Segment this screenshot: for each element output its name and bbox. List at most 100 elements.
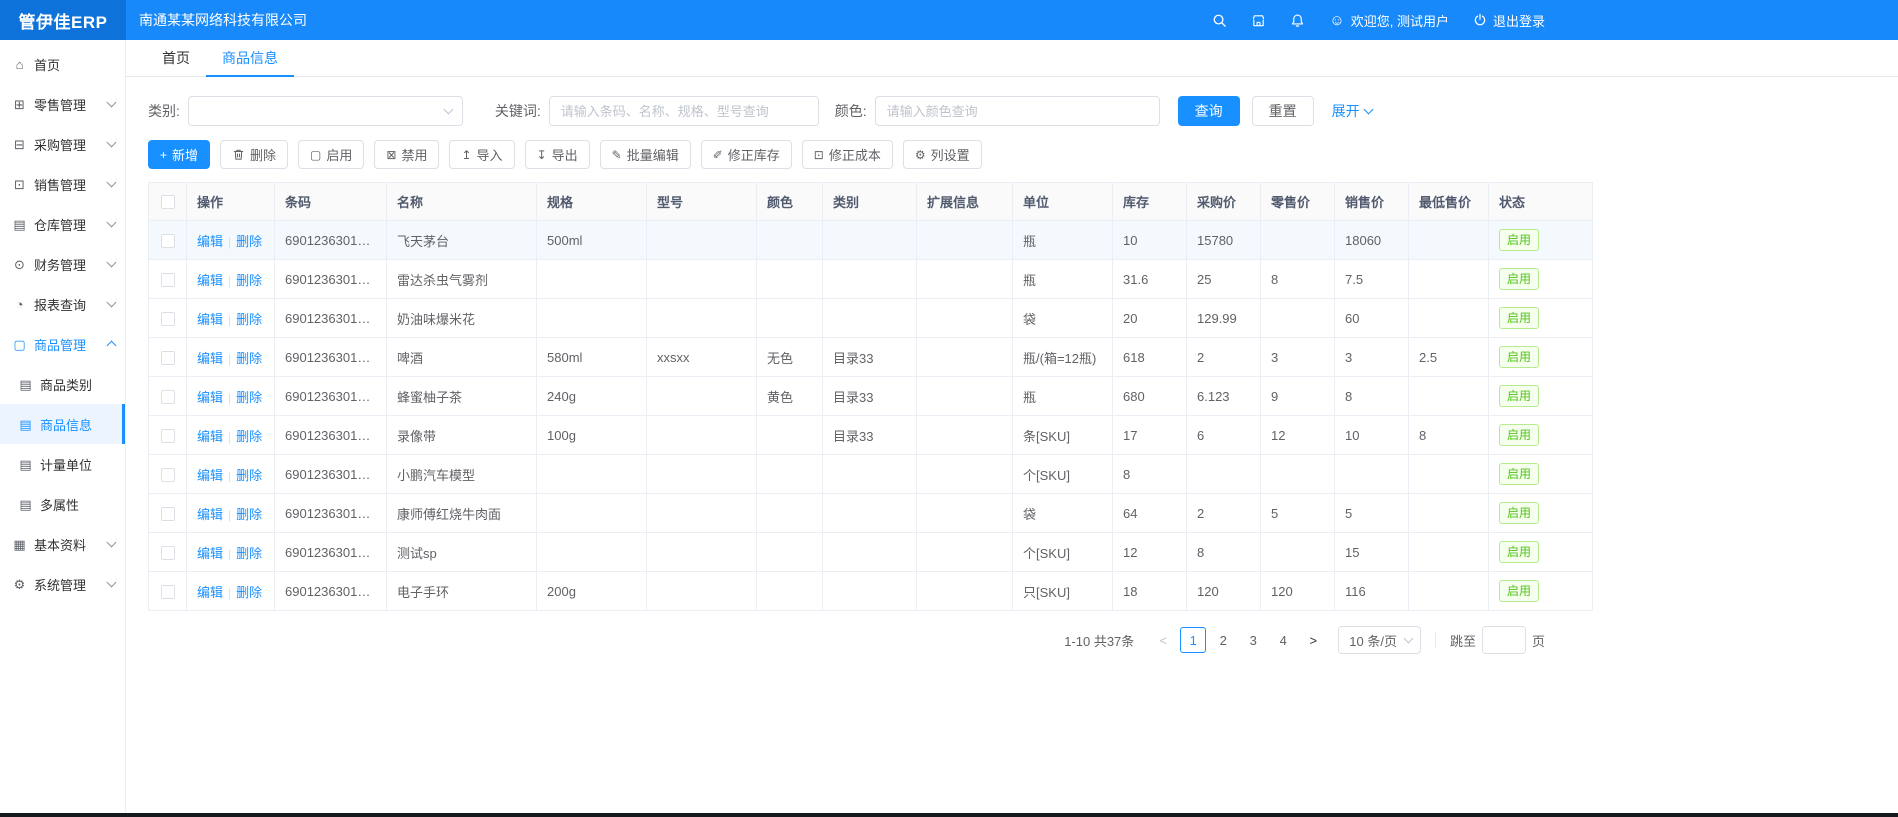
enable-button[interactable]: ▢启用 <box>298 140 364 169</box>
row-checkbox[interactable] <box>161 468 175 482</box>
sidebar-item-label: 首页 <box>34 55 117 74</box>
sidebar-item-purchase[interactable]: ⊟采购管理 <box>0 124 125 164</box>
cell-min <box>1409 221 1489 260</box>
sidebar-subitem-product-info[interactable]: ▤商品信息 <box>0 404 125 444</box>
row-checkbox[interactable] <box>161 429 175 443</box>
keyword-input[interactable] <box>549 96 819 126</box>
delete-button[interactable]: 删除 <box>220 140 288 169</box>
edit-link[interactable]: 编辑 <box>197 312 223 327</box>
cell-purchase: 6.123 <box>1187 377 1261 416</box>
edit-link[interactable]: 编辑 <box>197 234 223 249</box>
sidebar-item-report[interactable]: ◔报表查询 <box>0 284 125 324</box>
category-select[interactable] <box>188 96 463 126</box>
fix-stock-button[interactable]: ✐修正库存 <box>701 140 792 169</box>
edit-link[interactable]: 编辑 <box>197 585 223 600</box>
cell-min <box>1409 299 1489 338</box>
prev-page-button[interactable]: < <box>1152 633 1174 648</box>
row-checkbox[interactable] <box>161 273 175 287</box>
row-checkbox[interactable] <box>161 234 175 248</box>
reset-button[interactable]: 重置 <box>1252 96 1314 126</box>
import-button[interactable]: ↥导入 <box>449 140 514 169</box>
edit-link[interactable]: 编辑 <box>197 507 223 522</box>
page-size-select[interactable]: 10 条/页 <box>1338 626 1421 654</box>
sidebar-subitem-unit[interactable]: ▤计量单位 <box>0 444 125 484</box>
sidebar-item-warehouse[interactable]: ▤仓库管理 <box>0 204 125 244</box>
sidebar-item-basic[interactable]: ▦基本资料 <box>0 524 125 564</box>
status-badge[interactable]: 启用 <box>1499 502 1539 524</box>
sidebar-item-sales[interactable]: ⊡销售管理 <box>0 164 125 204</box>
column-settings-button[interactable]: ⚙列设置 <box>903 140 982 169</box>
column-header: 规格 <box>537 183 647 221</box>
next-page-button[interactable]: > <box>1302 633 1324 648</box>
search-icon[interactable] <box>1212 13 1227 28</box>
delete-link[interactable]: 删除 <box>236 351 262 366</box>
status-badge[interactable]: 启用 <box>1499 268 1539 290</box>
row-checkbox[interactable] <box>161 390 175 404</box>
status-badge[interactable]: 启用 <box>1499 580 1539 602</box>
status-badge[interactable]: 启用 <box>1499 463 1539 485</box>
row-checkbox[interactable] <box>161 585 175 599</box>
sidebar-subitem-product-category[interactable]: ▤商品类别 <box>0 364 125 404</box>
sidebar-item-system[interactable]: ⚙系统管理 <box>0 564 125 604</box>
row-actions-cell: 编辑|删除 <box>187 221 275 260</box>
edit-link[interactable]: 编辑 <box>197 351 223 366</box>
select-all-checkbox[interactable] <box>161 195 175 209</box>
fix-cost-button[interactable]: ⊡修正成本 <box>802 140 893 169</box>
edit-link[interactable]: 编辑 <box>197 546 223 561</box>
sidebar-item-product[interactable]: ▢商品管理 <box>0 324 125 364</box>
color-input[interactable] <box>875 96 1160 126</box>
delete-link[interactable]: 删除 <box>236 468 262 483</box>
tab-home[interactable]: 首页 <box>146 40 206 77</box>
status-badge[interactable]: 启用 <box>1499 229 1539 251</box>
cell-name: 测试sp <box>387 533 537 572</box>
sidebar-item-retail[interactable]: ⊞零售管理 <box>0 84 125 124</box>
delete-link[interactable]: 删除 <box>236 390 262 405</box>
logout-button[interactable]: 退出登录 <box>1473 11 1545 30</box>
chevron-down-icon <box>107 298 117 308</box>
status-badge[interactable]: 启用 <box>1499 346 1539 368</box>
status-badge[interactable]: 启用 <box>1499 541 1539 563</box>
shop-icon[interactable] <box>1251 13 1266 28</box>
status-badge[interactable]: 启用 <box>1499 307 1539 329</box>
disable-button[interactable]: ⊠禁用 <box>374 140 439 169</box>
cell-barcode: 6901236301337 <box>275 377 387 416</box>
tab-product-info[interactable]: 商品信息 <box>206 40 294 77</box>
delete-link[interactable]: 删除 <box>236 585 262 600</box>
delete-link[interactable]: 删除 <box>236 429 262 444</box>
status-badge[interactable]: 启用 <box>1499 424 1539 446</box>
page-button-3[interactable]: 3 <box>1240 627 1266 653</box>
table-row: 编辑|删除6901236301303电子手环200g只[SKU]18120120… <box>149 572 1593 611</box>
batch-edit-button[interactable]: ✎批量编辑 <box>600 140 691 169</box>
page-button-4[interactable]: 4 <box>1270 627 1296 653</box>
edit-link[interactable]: 编辑 <box>197 429 223 444</box>
chevron-down-icon <box>107 218 117 228</box>
jump-input[interactable] <box>1482 626 1526 654</box>
delete-link[interactable]: 删除 <box>236 507 262 522</box>
sidebar-item-home[interactable]: ⌂首页 <box>0 44 125 84</box>
page-button-2[interactable]: 2 <box>1210 627 1236 653</box>
sidebar-item-finance[interactable]: ⊙财务管理 <box>0 244 125 284</box>
edit-link[interactable]: 编辑 <box>197 468 223 483</box>
page-button-1[interactable]: 1 <box>1180 627 1206 653</box>
delete-link[interactable]: 删除 <box>236 312 262 327</box>
export-button[interactable]: ↧导出 <box>525 140 590 169</box>
delete-link[interactable]: 删除 <box>236 234 262 249</box>
user-welcome[interactable]: ☺ 欢迎您, 测试用户 <box>1329 11 1449 30</box>
expand-link[interactable]: 展开 <box>1332 101 1372 121</box>
cell-barcode: 6901236301331 <box>275 416 387 455</box>
status-badge[interactable]: 启用 <box>1499 385 1539 407</box>
row-checkbox[interactable] <box>161 351 175 365</box>
expand-label: 展开 <box>1332 101 1360 121</box>
row-checkbox[interactable] <box>161 507 175 521</box>
add-button[interactable]: +新增 <box>148 140 210 169</box>
sidebar-subitem-multi-attr[interactable]: ▤多属性 <box>0 484 125 524</box>
delete-link[interactable]: 删除 <box>236 273 262 288</box>
delete-link[interactable]: 删除 <box>236 546 262 561</box>
bell-icon[interactable] <box>1290 13 1305 28</box>
search-button[interactable]: 查询 <box>1178 96 1240 126</box>
row-checkbox[interactable] <box>161 546 175 560</box>
edit-link[interactable]: 编辑 <box>197 273 223 288</box>
edit-link[interactable]: 编辑 <box>197 390 223 405</box>
row-checkbox[interactable] <box>161 312 175 326</box>
cell-purchase: 25 <box>1187 260 1261 299</box>
